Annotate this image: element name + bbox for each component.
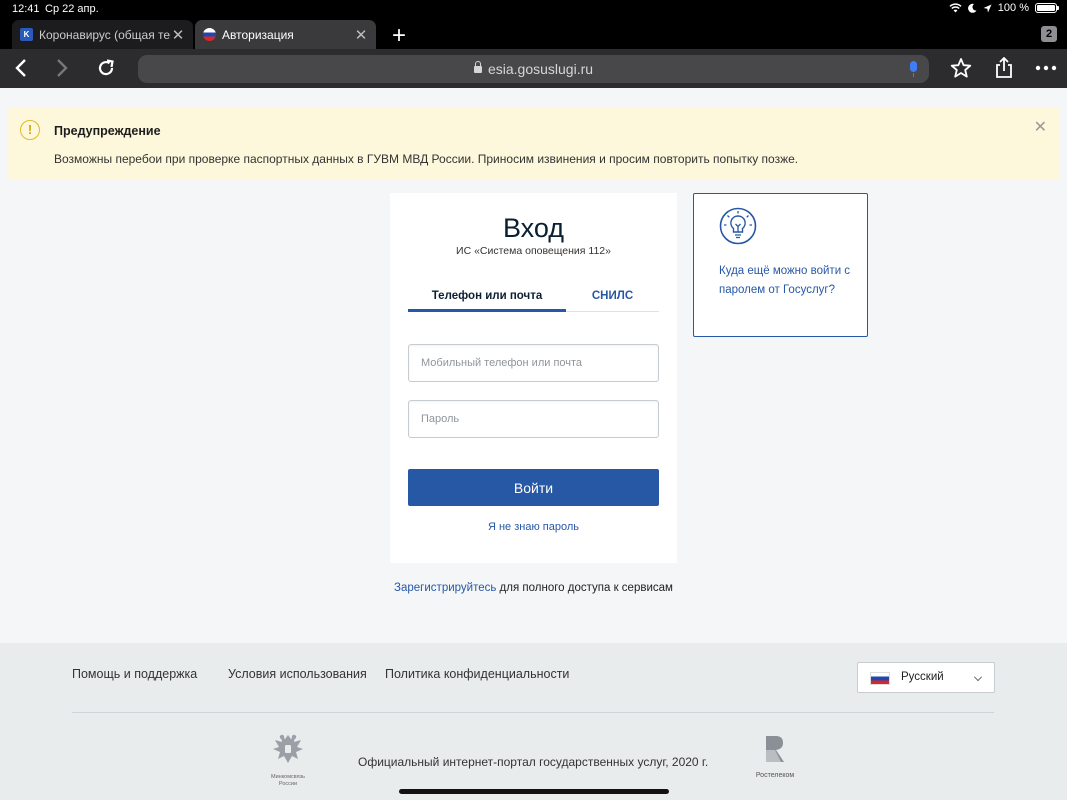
language-label: Русский bbox=[901, 671, 944, 683]
warning-exclamation-icon: ! bbox=[20, 120, 40, 140]
terms-link[interactable]: Условия использования bbox=[228, 667, 367, 681]
register-text: для полного доступа к сервисам bbox=[496, 582, 673, 594]
footer-divider bbox=[72, 712, 994, 713]
moon-icon bbox=[967, 3, 977, 13]
footer: Помощь и поддержка Условия использования… bbox=[0, 643, 1067, 800]
battery-icon bbox=[1035, 3, 1059, 13]
forum-favicon-icon: K bbox=[20, 28, 33, 41]
lightbulb-icon bbox=[719, 207, 757, 245]
russia-flag-icon bbox=[870, 672, 890, 685]
tab-snils[interactable]: СНИЛС bbox=[566, 283, 659, 312]
forgot-password-link[interactable]: Я не знаю пароль bbox=[390, 521, 677, 533]
register-line: Зарегистрируйтесь для полного доступа к … bbox=[0, 582, 1067, 594]
gosuslugi-favicon-icon bbox=[203, 28, 216, 41]
language-select[interactable]: Русский bbox=[857, 662, 995, 693]
microphone-icon[interactable] bbox=[910, 61, 917, 77]
tab-phone-or-email[interactable]: Телефон или почта bbox=[408, 283, 566, 312]
alternative-login-box[interactable]: Куда ещё можно войти с паролем от Госусл… bbox=[693, 193, 868, 337]
login-input[interactable] bbox=[408, 344, 659, 382]
reload-icon bbox=[98, 59, 114, 76]
tab-title: Коронавирус (общая тема bbox=[39, 27, 171, 42]
mincomsvyaz-label: Минкомсвязь России bbox=[271, 774, 305, 787]
login-button[interactable]: Войти bbox=[408, 469, 659, 506]
register-link[interactable]: Зарегистрируйтесь bbox=[394, 582, 496, 594]
alternative-login-link[interactable]: Куда ещё можно войти с паролем от Госусл… bbox=[719, 262, 854, 300]
lock-icon bbox=[473, 61, 482, 73]
rostelecom-logo[interactable]: Ростелеком bbox=[748, 734, 802, 779]
coat-of-arms-icon bbox=[273, 734, 303, 763]
mincomsvyaz-logo[interactable]: Минкомсвязь России bbox=[262, 731, 314, 788]
chevron-down-icon bbox=[974, 673, 982, 681]
login-subtitle: ИС «Система оповещения 112» bbox=[456, 245, 611, 257]
browser-toolbar: esia.gosuslugi.ru bbox=[0, 49, 1067, 88]
chevron-right-icon bbox=[57, 59, 68, 77]
login-title: Вход bbox=[502, 213, 565, 243]
tab-count-badge[interactable]: 2 bbox=[1041, 26, 1057, 42]
wifi-icon bbox=[949, 3, 962, 13]
browser-chrome: 12:41 Ср 22 апр. 100 % K Коронавирус (об… bbox=[0, 0, 1067, 88]
privacy-link[interactable]: Политика конфиденциальности bbox=[385, 667, 569, 681]
status-time: 12:41 bbox=[12, 3, 40, 15]
home-indicator[interactable] bbox=[399, 789, 669, 794]
share-icon bbox=[996, 57, 1012, 78]
close-warning-icon[interactable]: ✕ bbox=[1034, 117, 1047, 137]
rostelecom-mark-icon bbox=[766, 736, 784, 762]
tab-title: Авторизация bbox=[222, 27, 294, 42]
star-icon bbox=[950, 58, 972, 78]
status-date: Ср 22 апр. bbox=[45, 3, 99, 15]
chevron-left-icon bbox=[15, 59, 26, 77]
url-display: esia.gosuslugi.ru bbox=[138, 61, 929, 77]
new-tab-plus-icon[interactable]: + bbox=[392, 22, 406, 50]
location-arrow-icon bbox=[983, 4, 992, 12]
login-method-tabs: Телефон или почта СНИЛС bbox=[408, 283, 659, 312]
tab-bar: K Коронавирус (общая тема ✕ Авторизация … bbox=[0, 20, 1067, 49]
more-button[interactable] bbox=[1033, 55, 1059, 81]
help-link[interactable]: Помощь и поддержка bbox=[72, 667, 197, 681]
status-indicators: 100 % bbox=[949, 2, 1059, 14]
warning-title: Предупреждение bbox=[54, 124, 161, 138]
rostelecom-label: Ростелеком bbox=[755, 772, 795, 779]
forward-button[interactable] bbox=[49, 55, 75, 81]
login-card: Вход ИС «Система оповещения 112» Телефон… bbox=[390, 193, 677, 563]
more-dots-icon bbox=[1035, 65, 1057, 71]
address-bar[interactable]: esia.gosuslugi.ru bbox=[138, 55, 929, 83]
copyright-text: Официальный интернет-портал государствен… bbox=[358, 755, 709, 769]
back-button[interactable] bbox=[8, 55, 34, 81]
share-button[interactable] bbox=[991, 55, 1017, 81]
battery-percent: 100 % bbox=[997, 2, 1029, 14]
url-text: esia.gosuslugi.ru bbox=[487, 61, 594, 77]
reload-button[interactable] bbox=[93, 55, 119, 81]
warning-text: Возможны перебои при проверке паспортных… bbox=[54, 152, 799, 166]
browser-tab-coronavirus[interactable]: K Коронавирус (общая тема ✕ bbox=[12, 20, 193, 49]
browser-tab-authorization[interactable]: Авторизация ✕ bbox=[195, 20, 376, 49]
close-tab-icon[interactable]: ✕ bbox=[354, 26, 368, 44]
bookmark-button[interactable] bbox=[948, 55, 974, 81]
close-tab-icon[interactable]: ✕ bbox=[171, 26, 185, 44]
password-input[interactable] bbox=[408, 400, 659, 438]
battery-level bbox=[1037, 5, 1055, 11]
warning-banner: ! Предупреждение Возможны перебои при пр… bbox=[8, 108, 1059, 179]
status-bar: 12:41 Ср 22 апр. 100 % bbox=[0, 0, 1067, 18]
